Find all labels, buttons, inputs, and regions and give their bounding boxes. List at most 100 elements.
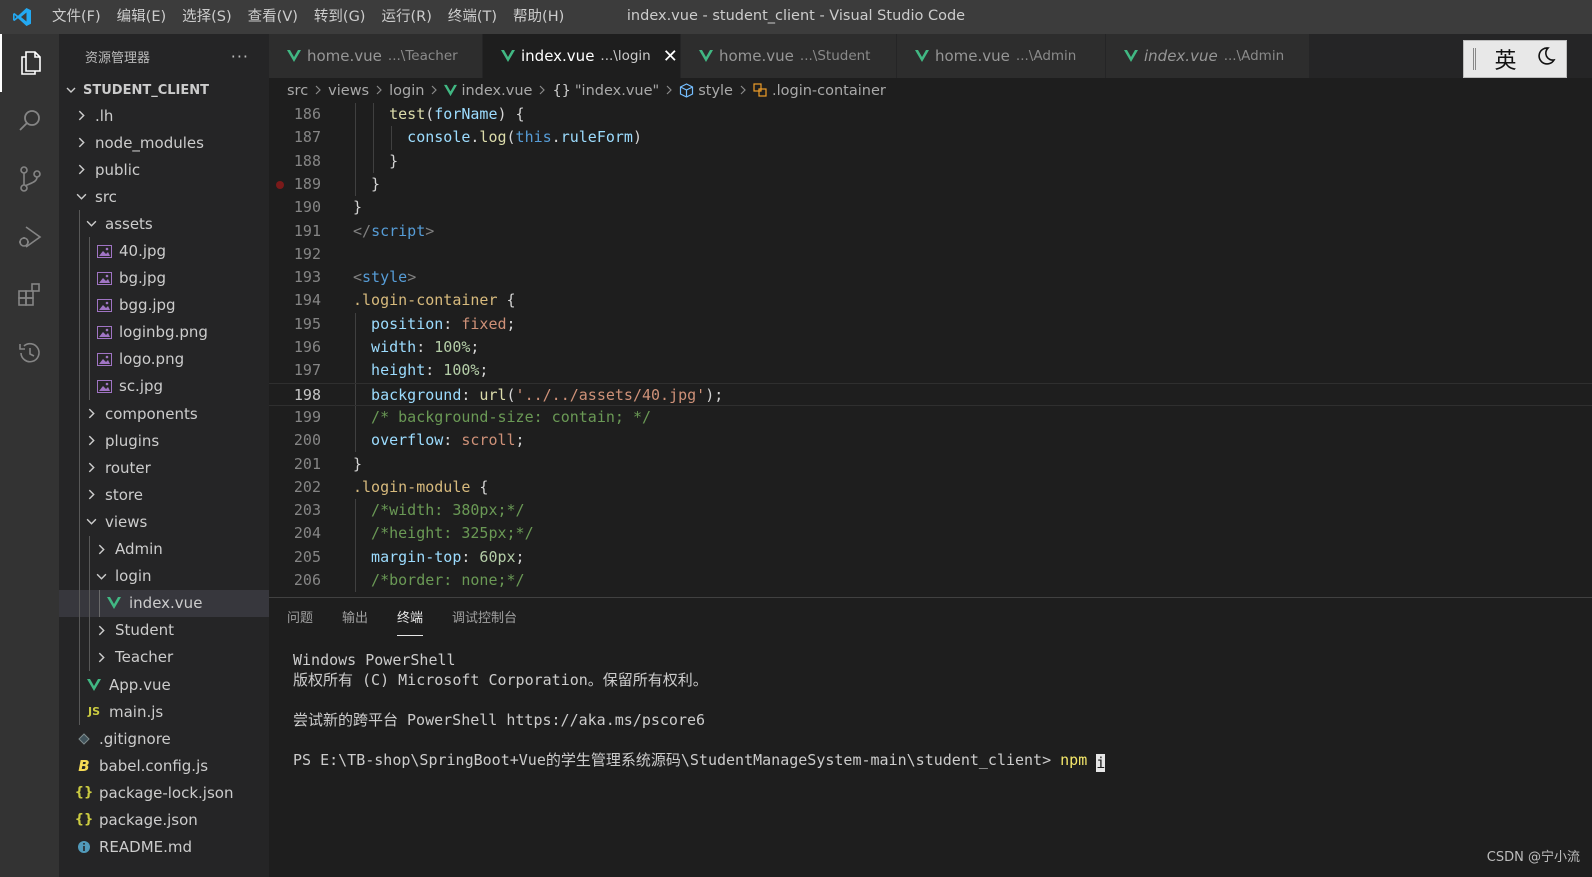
breadcrumb-item[interactable]: style: [698, 83, 733, 99]
tree-item[interactable]: components: [59, 400, 269, 428]
timeline-icon[interactable]: [0, 324, 59, 382]
moon-icon[interactable]: [1535, 45, 1557, 73]
code-token: margin-top: [371, 547, 462, 566]
code-line[interactable]: 196 width: 100%;: [269, 336, 1592, 360]
menu-item[interactable]: 查看(V): [240, 0, 306, 34]
tree-item[interactable]: README.md: [59, 834, 269, 861]
tree-item[interactable]: {} package-lock.json: [59, 779, 269, 806]
source-control-icon[interactable]: [0, 150, 59, 208]
tree-item[interactable]: .gitignore: [59, 725, 269, 752]
panel-tab[interactable]: 终端: [397, 598, 424, 640]
tree-item[interactable]: bgg.jpg: [59, 291, 269, 319]
tree-item[interactable]: router: [59, 454, 269, 482]
tree-item[interactable]: sc.jpg: [59, 372, 269, 401]
line-number: 194: [293, 291, 321, 310]
breadcrumb-item[interactable]: src: [287, 83, 308, 99]
tree-item[interactable]: 40.jpg: [59, 237, 269, 265]
code-line[interactable]: 199 /* background-size: contain; */: [269, 405, 1592, 430]
panel-tab[interactable]: 输出: [342, 598, 368, 640]
code-line[interactable]: 188}: [269, 149, 1592, 173]
code-line[interactable]: 200 overflow: scroll;: [269, 429, 1592, 453]
tree-item[interactable]: store: [59, 481, 269, 509]
tree-item[interactable]: logo.png: [59, 345, 269, 373]
code-line[interactable]: 186 test(forName) {: [269, 103, 1592, 127]
code-line[interactable]: 189}: [269, 172, 1592, 197]
breadcrumb-item[interactable]: .login-container: [772, 83, 886, 99]
code-line[interactable]: 202 .login-module {: [269, 476, 1592, 499]
code-line[interactable]: 195 position: fixed;: [269, 312, 1592, 336]
tree-item[interactable]: node_modules: [59, 129, 269, 156]
tree-item[interactable]: public: [59, 156, 269, 183]
panel-tab[interactable]: 调试控制台: [452, 598, 517, 640]
menu-item[interactable]: 运行(R): [373, 0, 439, 34]
code-token: /*border: none;*/: [371, 571, 525, 589]
tree-item[interactable]: loginbg.png: [59, 318, 269, 346]
tree-item[interactable]: src: [59, 183, 269, 210]
menu-item[interactable]: 选择(S): [174, 0, 240, 34]
code-token: ;: [506, 314, 516, 333]
code-line[interactable]: 205 margin-top: 60px;: [269, 545, 1592, 569]
explorer-icon[interactable]: [0, 34, 59, 92]
extensions-icon[interactable]: [0, 266, 59, 324]
menu-item[interactable]: 转到(G): [306, 0, 374, 34]
tree-item[interactable]: App.vue: [59, 670, 269, 699]
code-line[interactable]: 193 <style>: [269, 266, 1592, 289]
code-line[interactable]: 198 background: url('../../assets/40.jpg'…: [269, 382, 1592, 406]
editor-tab[interactable]: index.vue ...\login ✕: [483, 34, 681, 78]
code-line[interactable]: 187 console.log(this.ruleForm): [269, 126, 1592, 150]
menu-item[interactable]: 终端(T): [440, 0, 505, 34]
breadcrumb-item[interactable]: "index.vue": [575, 83, 659, 99]
breadcrumb-item[interactable]: index.vue: [461, 83, 532, 99]
code-token: :: [425, 361, 444, 380]
editor-tab[interactable]: home.vue ...\Admin: [897, 34, 1106, 78]
run-debug-icon[interactable]: [0, 208, 59, 266]
code-line[interactable]: 194 .login-container {: [269, 289, 1592, 312]
tree-item[interactable]: index.vue: [59, 589, 269, 617]
code-line[interactable]: 192: [269, 243, 1592, 266]
breakpoint-icon[interactable]: [276, 180, 284, 189]
ime-mode[interactable]: 英: [1494, 43, 1516, 75]
tree-item[interactable]: Teacher: [59, 643, 269, 671]
search-icon[interactable]: [0, 92, 59, 150]
tree-item[interactable]: bg.jpg: [59, 264, 269, 292]
code-line[interactable]: 190}: [269, 196, 1592, 219]
code-line[interactable]: 204 /*height: 325px;*/: [269, 522, 1592, 546]
tree-item[interactable]: Admin: [59, 535, 269, 563]
tree-item[interactable]: assets: [59, 210, 269, 238]
code-editor[interactable]: 186 test(forName) {187 console.log(this.ru…: [269, 103, 1592, 597]
terminal[interactable]: Windows PowerShell 版权所有 (C) Microsoft Cor…: [293, 650, 1106, 772]
tree-item[interactable]: .lh: [59, 102, 269, 129]
code-line[interactable]: 191 </script>: [269, 220, 1592, 243]
tree-item[interactable]: Student: [59, 616, 269, 644]
breadcrumb-item[interactable]: login: [389, 83, 424, 99]
terminal-prompt-line[interactable]: PS E:\TB-shop\SpringBoot+Vue的学生管理系统源码\St…: [293, 750, 1106, 772]
panel-tab[interactable]: 问题: [287, 598, 313, 640]
tree-item[interactable]: login: [59, 562, 269, 590]
breadcrumb-item[interactable]: views: [328, 83, 369, 99]
code-line[interactable]: 201}: [269, 453, 1592, 476]
code-line[interactable]: 203 /*width: 380px;*/: [269, 499, 1592, 523]
ime-grip[interactable]: [1473, 48, 1477, 70]
more-actions-icon[interactable]: ···: [231, 47, 249, 66]
tree-item[interactable]: Bbabel.config.js: [59, 752, 269, 779]
close-icon[interactable]: ✕: [663, 46, 678, 67]
tab-description: ...\Teacher: [387, 48, 458, 64]
ime-indicator[interactable]: 英: [1463, 40, 1567, 78]
workspace-root[interactable]: STUDENT_CLIENT: [59, 78, 269, 102]
code-line[interactable]: 197 height: 100%;: [269, 359, 1592, 383]
code-text: test(forName) {: [389, 103, 524, 126]
code-line[interactable]: 206 /*border: none;*/: [269, 569, 1592, 593]
code-token: ;: [714, 385, 724, 404]
tree-item[interactable]: {} package.json: [59, 806, 269, 833]
editor-tab[interactable]: home.vue ...\Student: [681, 34, 897, 78]
indent-guide: [355, 383, 356, 405]
editor-tab[interactable]: home.vue ...\Teacher: [269, 34, 483, 78]
menu-item[interactable]: 帮助(H): [505, 0, 572, 34]
tree-item[interactable]: plugins: [59, 427, 269, 455]
editor-tab[interactable]: index.vue ...\Admin: [1106, 34, 1310, 78]
tree-item[interactable]: JS main.js: [59, 698, 269, 726]
tree-item[interactable]: views: [59, 508, 269, 536]
menu-item[interactable]: 文件(F): [44, 0, 109, 34]
menu-item[interactable]: 编辑(E): [109, 0, 174, 34]
